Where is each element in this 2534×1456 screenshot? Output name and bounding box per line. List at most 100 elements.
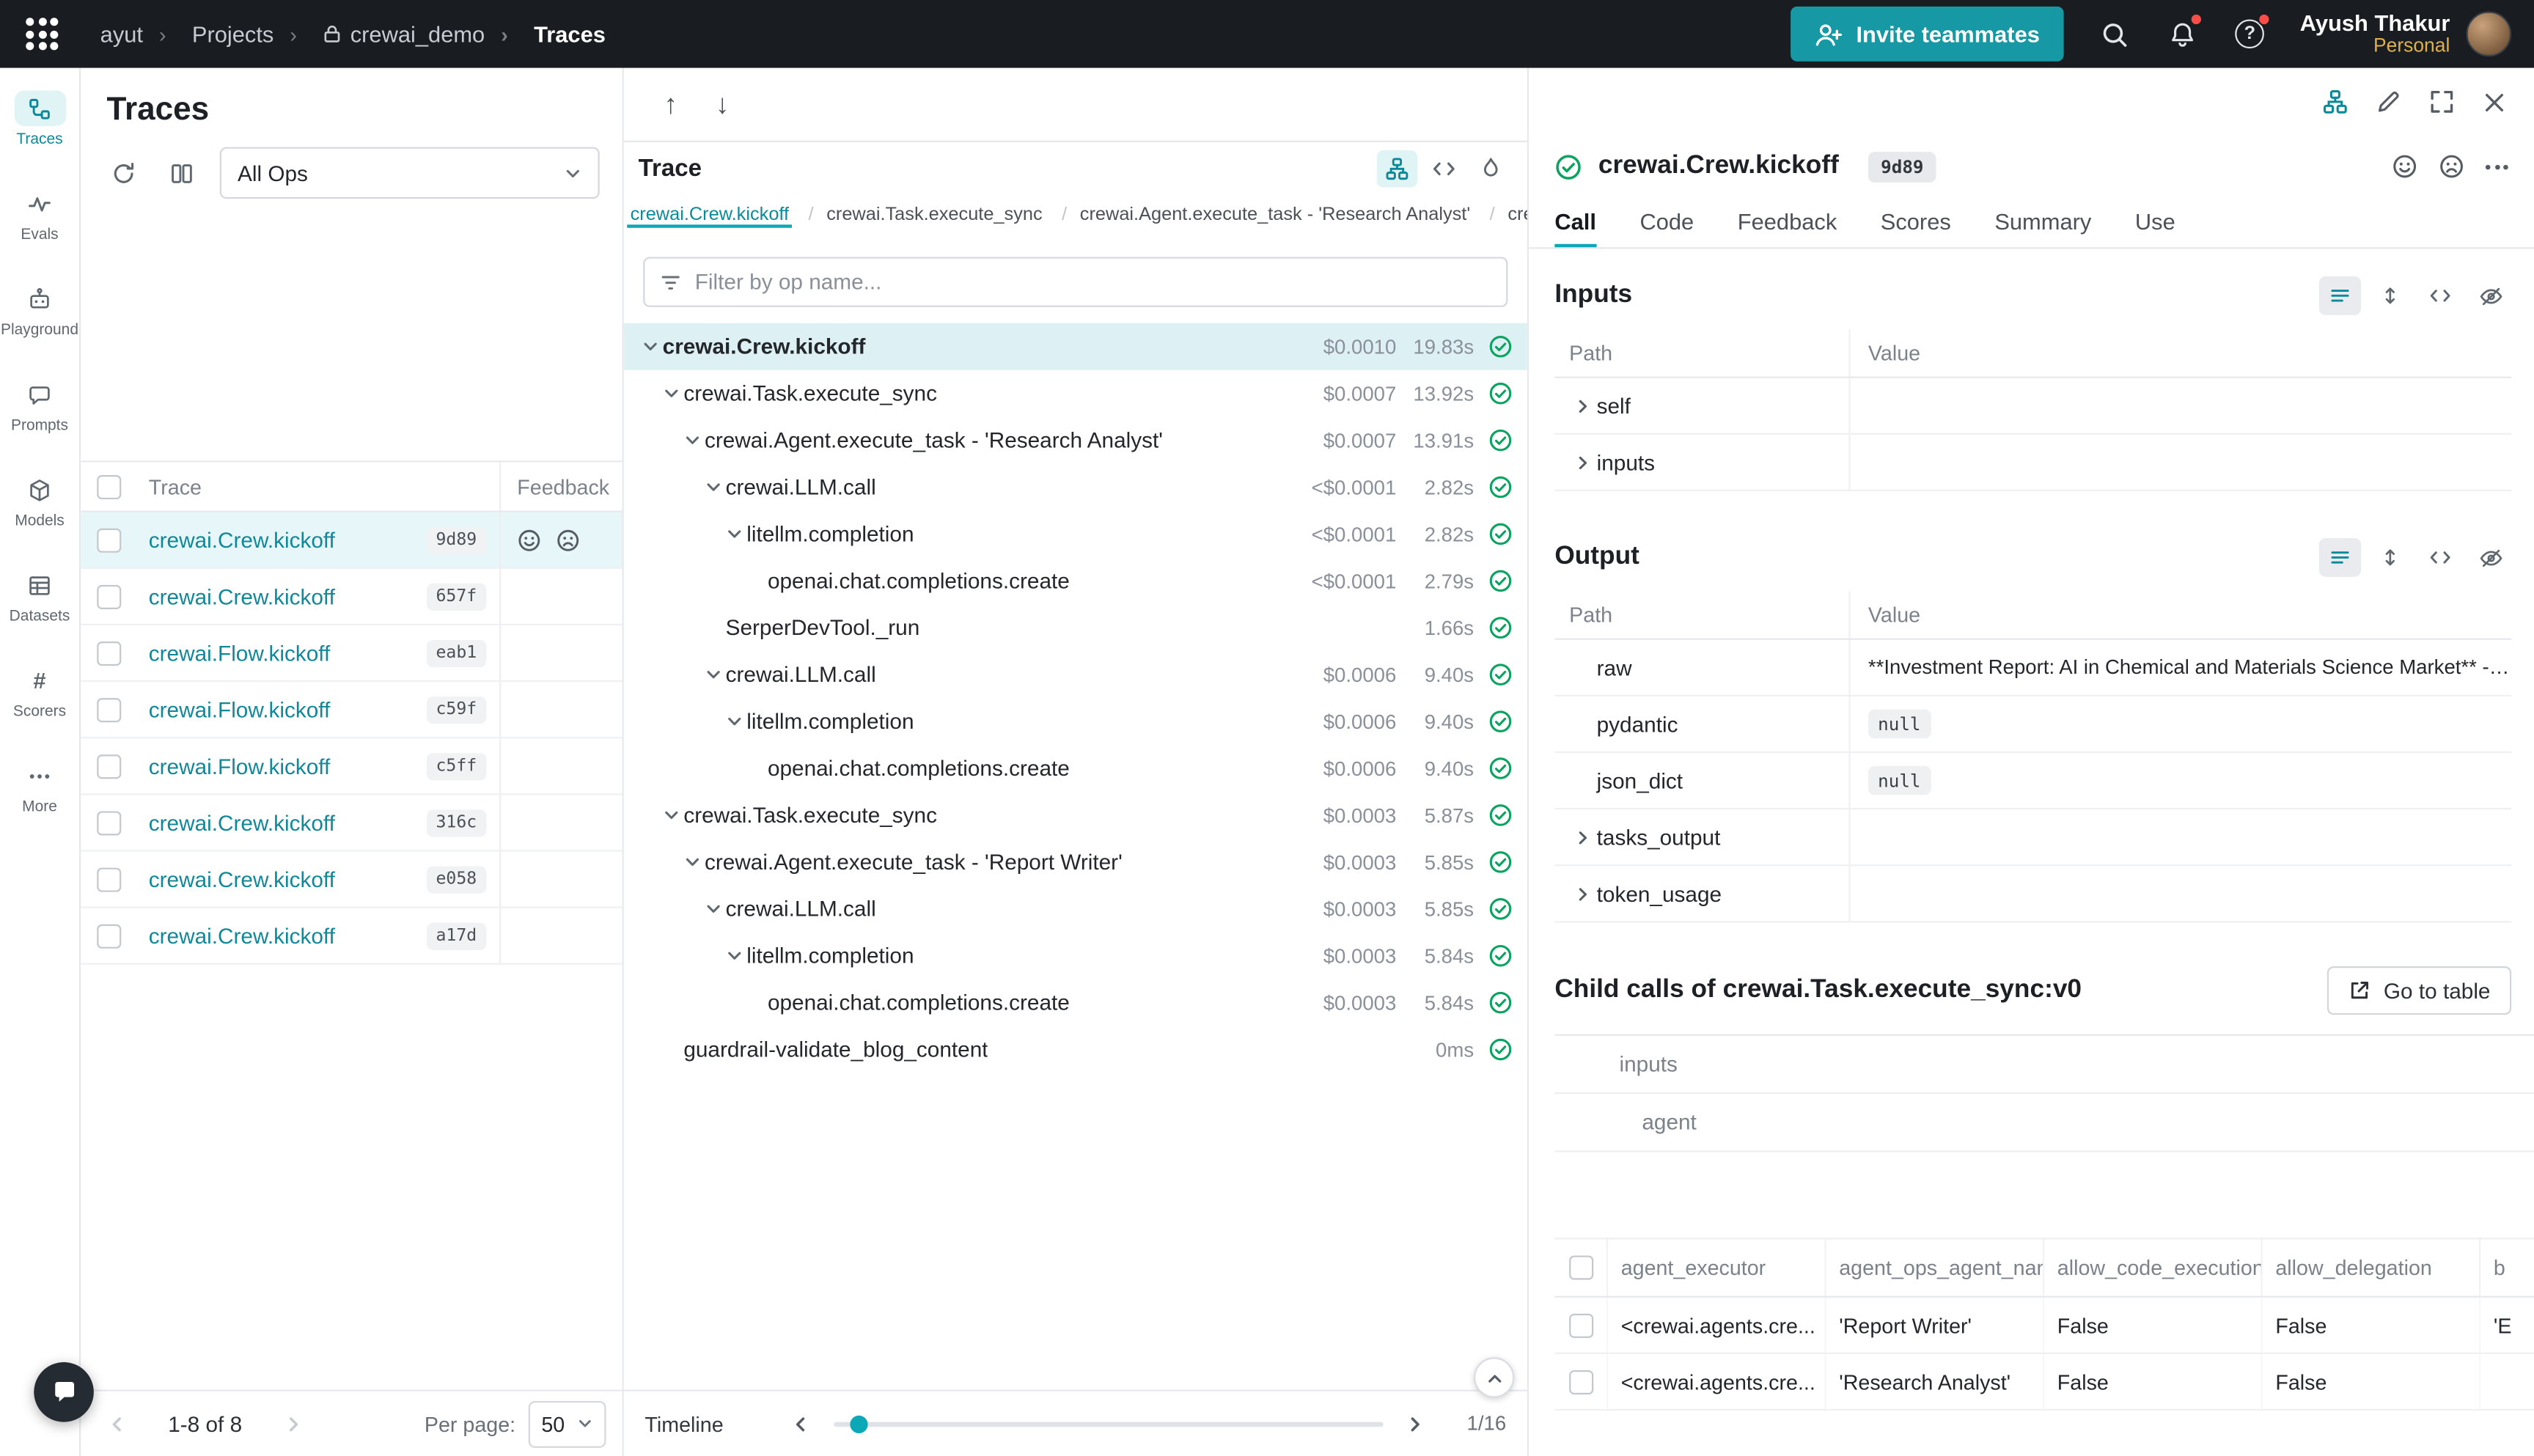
table-row[interactable]: inputs	[1554, 435, 2511, 491]
per-page-select[interactable]: 50	[529, 1400, 606, 1447]
select-all-checkbox[interactable]	[1568, 1256, 1593, 1280]
trace-tree-row[interactable]: SerperDevTool._run 1.66s	[624, 604, 1527, 651]
call-path-tab[interactable]: crewai.Agent.execute_task - 'Research An…	[1046, 205, 1474, 227]
bell-icon[interactable]	[2164, 16, 2200, 51]
chevron-right-icon[interactable]	[1569, 453, 1596, 471]
trace-name-link[interactable]: crewai.Crew.kickoff	[149, 924, 426, 948]
call-path-tab[interactable]: crewai.Crew.kickoff	[627, 205, 792, 227]
row-checkbox[interactable]	[96, 584, 120, 608]
row-checkbox[interactable]	[1568, 1369, 1593, 1394]
table-row[interactable]: crewai.Crew.kickoff e058	[81, 852, 622, 908]
next-page-button[interactable]	[274, 1404, 313, 1443]
sidebar-item-scorers[interactable]: # Scorers	[13, 663, 66, 721]
code-view-icon[interactable]	[1424, 150, 1464, 187]
breadcrumb-projects[interactable]: Projects	[143, 21, 273, 47]
trace-tree-row[interactable]: openai.chat.completions.create $0.0006 9…	[624, 745, 1527, 792]
column-header[interactable]: allow_delegation	[2261, 1240, 2480, 1296]
table-row[interactable]: raw **Investment Report: AI in Chemical …	[1554, 640, 2511, 696]
sidebar-item-prompts[interactable]: Prompts	[11, 377, 68, 435]
chevron-right-icon[interactable]	[1569, 885, 1596, 902]
table-row[interactable]: json_dict null	[1554, 753, 2511, 809]
breadcrumb-page[interactable]: Traces	[485, 21, 606, 47]
trace-tree-row[interactable]: openai.chat.completions.create $0.0003 5…	[624, 979, 1527, 1026]
trace-tree-row[interactable]: crewai.LLM.call $0.0003 5.85s	[624, 886, 1527, 933]
list-view-icon[interactable]	[2319, 276, 2361, 315]
expand-rows-icon[interactable]	[2369, 276, 2411, 315]
table-row[interactable]: self	[1554, 378, 2511, 435]
op-filter-input[interactable]	[695, 270, 1492, 294]
table-row[interactable]: crewai.Crew.kickoff a17d	[81, 908, 622, 965]
fullscreen-icon[interactable]	[2429, 89, 2455, 114]
chevron-down-icon[interactable]	[659, 385, 683, 402]
avatar[interactable]	[2466, 11, 2511, 56]
table-row[interactable]: crewai.Flow.kickoff c59f	[81, 682, 622, 738]
detail-tab[interactable]: Use	[2135, 197, 2175, 247]
sidebar-item-more[interactable]: More	[14, 758, 66, 816]
trace-name-link[interactable]: crewai.Flow.kickoff	[149, 641, 426, 665]
hide-empty-icon[interactable]	[2469, 276, 2511, 315]
table-row[interactable]: <crewai.agents.cre... 'Report Writer' Fa…	[1554, 1298, 2534, 1354]
column-header[interactable]: agent_ops_agent_nan	[1824, 1240, 2043, 1296]
chat-launcher-button[interactable]	[34, 1362, 94, 1422]
column-header[interactable]: agent_executor	[1606, 1240, 1825, 1296]
wandb-logo[interactable]	[26, 18, 58, 50]
help-icon[interactable]: ?	[2232, 16, 2267, 51]
columns-toggle-button[interactable]	[161, 153, 200, 192]
trace-name-link[interactable]: crewai.Crew.kickoff	[149, 584, 426, 608]
trace-name-link[interactable]: crewai.Crew.kickoff	[149, 867, 426, 891]
close-icon[interactable]	[2482, 89, 2506, 114]
timeline-prev-icon[interactable]	[785, 1408, 817, 1440]
tree-view-icon[interactable]	[2322, 89, 2348, 114]
trace-tree-row[interactable]: crewai.Task.execute_sync $0.0007 13.92s	[624, 370, 1527, 417]
sidebar-item-playground[interactable]: Playground	[1, 282, 78, 339]
trace-name-link[interactable]: crewai.Crew.kickoff	[149, 810, 426, 834]
sidebar-item-traces[interactable]: Traces	[14, 90, 66, 148]
sidebar-item-datasets[interactable]: Datasets	[10, 567, 70, 625]
flame-view-icon[interactable]	[1471, 150, 1511, 187]
chevron-down-icon[interactable]	[702, 478, 726, 496]
code-format-icon[interactable]	[2420, 538, 2461, 577]
search-icon[interactable]	[2096, 16, 2131, 51]
row-checkbox[interactable]	[96, 528, 120, 552]
chevron-right-icon[interactable]	[1569, 828, 1596, 846]
trace-tree-row[interactable]: crewai.LLM.call <$0.0001 2.82s	[624, 464, 1527, 511]
more-options-icon[interactable]	[2486, 158, 2508, 175]
negative-feedback-icon[interactable]	[2439, 153, 2464, 179]
scroll-to-top-button[interactable]	[1474, 1357, 1514, 1397]
select-all-checkbox[interactable]	[96, 474, 120, 499]
code-format-icon[interactable]	[2420, 276, 2461, 315]
user-profile[interactable]: Ayush Thakur Personal	[2300, 10, 2511, 58]
ops-filter-select[interactable]: All Ops	[220, 147, 600, 199]
row-checkbox[interactable]	[96, 810, 120, 834]
table-row[interactable]: crewai.Crew.kickoff 316c	[81, 795, 622, 851]
trace-name-link[interactable]: crewai.Crew.kickoff	[149, 528, 426, 552]
row-checkbox[interactable]	[96, 754, 120, 778]
chevron-down-icon[interactable]	[702, 900, 726, 918]
table-row[interactable]: token_usage	[1554, 866, 2511, 922]
invite-teammates-button[interactable]: Invite teammates	[1790, 7, 2064, 62]
timeline-slider[interactable]	[834, 1421, 1383, 1426]
detail-tab[interactable]: Scores	[1881, 197, 1951, 247]
expand-rows-icon[interactable]	[2369, 538, 2411, 577]
trace-name-link[interactable]: crewai.Flow.kickoff	[149, 754, 426, 778]
trace-tree-row[interactable]: crewai.Crew.kickoff $0.0010 19.83s	[624, 323, 1527, 370]
prev-page-button[interactable]	[97, 1404, 136, 1443]
row-checkbox[interactable]	[96, 641, 120, 665]
trace-tree-row[interactable]: openai.chat.completions.create <$0.0001 …	[624, 557, 1527, 604]
next-trace-button[interactable]: ↓	[702, 84, 743, 125]
timeline-slider-handle[interactable]	[850, 1415, 867, 1433]
detail-tab[interactable]: Feedback	[1738, 197, 1837, 247]
trace-tree-row[interactable]: guardrail-validate_blog_content 0ms	[624, 1026, 1527, 1073]
trace-tree-row[interactable]: crewai.Agent.execute_task - 'Research An…	[624, 417, 1527, 464]
trace-tree-row[interactable]: litellm.completion $0.0003 5.84s	[624, 933, 1527, 979]
refresh-button[interactable]	[103, 153, 142, 192]
go-to-table-button[interactable]: Go to table	[2327, 966, 2511, 1015]
positive-feedback-icon[interactable]	[517, 528, 541, 552]
call-path-tab[interactable]: crewai.LLM.cal	[1474, 205, 1527, 227]
trace-tree-row[interactable]: crewai.Agent.execute_task - 'Report Writ…	[624, 839, 1527, 886]
sidebar-item-evals[interactable]: Evals	[14, 185, 66, 243]
timeline-next-icon[interactable]	[1399, 1408, 1431, 1440]
sidebar-item-models[interactable]: Models	[14, 472, 66, 530]
row-checkbox[interactable]	[1568, 1313, 1593, 1337]
column-header[interactable]: b	[2479, 1240, 2534, 1296]
